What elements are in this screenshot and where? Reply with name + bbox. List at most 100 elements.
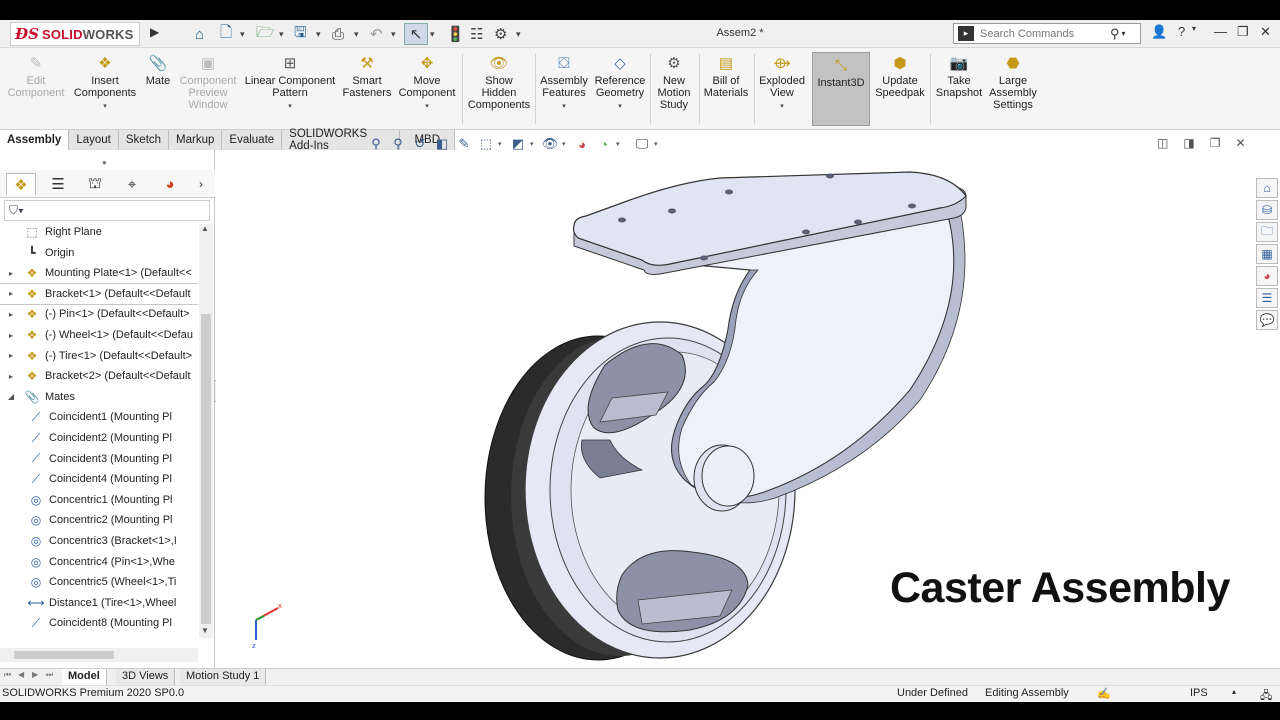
apply-scene-dropdown-icon[interactable]: ▾ — [616, 140, 624, 148]
tab-motion-study[interactable]: Motion Study 1 — [180, 669, 267, 685]
help-icon[interactable]: ? — [1178, 24, 1185, 39]
file-explorer-icon[interactable]: 🗀 — [1256, 222, 1278, 242]
rebuild-status-icon[interactable]: ✍ — [1097, 687, 1111, 700]
zoom-to-area-icon[interactable]: ⚲ — [388, 136, 408, 152]
tree-item[interactable]: ▸ ❖ Bracket<1> (Default<<Default — [0, 282, 198, 305]
view-settings-icon[interactable]: 🖵 — [632, 136, 652, 152]
tree-mate-item[interactable]: ◎ Concentric4 (Pin<1>,Whe — [0, 552, 198, 572]
file-properties-icon[interactable]: ☷ — [470, 23, 483, 45]
new-dropdown-icon[interactable]: ▾ — [240, 23, 245, 45]
tree-mate-item[interactable]: ⟷ Distance1 (Tire<1>,Wheel — [0, 593, 198, 613]
expand-arrow-icon[interactable]: ▸ — [6, 351, 16, 360]
exploded-view-button[interactable]: ⟴ Exploded View ▾ — [756, 54, 808, 113]
open-icon[interactable]: 🗁 — [256, 23, 275, 45]
print-icon[interactable]: ⎙ — [332, 23, 344, 45]
show-hidden-button[interactable]: 👁 Show Hidden Components — [466, 54, 532, 111]
tree-mate-item[interactable]: ⟋ Coincident3 (Mounting Pl — [0, 449, 198, 469]
instant3d-button[interactable]: ⤡ Instant3D — [813, 56, 869, 89]
tree-mate-item[interactable]: ◎ Concentric2 (Mounting Pl — [0, 510, 198, 530]
hscroll-thumb[interactable] — [14, 651, 114, 659]
display-style-icon[interactable]: ◩ — [508, 136, 528, 152]
scroll-up-icon[interactable]: ▲ — [201, 224, 209, 233]
edit-appearance-icon[interactable]: ◕ — [572, 137, 592, 152]
tree-item[interactable]: ┗ Origin — [0, 243, 198, 263]
restore-icon[interactable]: ❐ — [1237, 24, 1249, 40]
view-settings-dropdown-icon[interactable]: ▾ — [654, 140, 662, 148]
assembly-features-button[interactable]: ⛋ Assembly Features ▾ — [538, 54, 590, 113]
tree-mate-item[interactable]: ⟋ Coincident2 (Mounting Pl — [0, 428, 198, 448]
tab-assembly[interactable]: Assembly — [0, 130, 70, 150]
update-speedpak-button[interactable]: ⬢ Update Speedpak — [872, 54, 928, 99]
prev-tab-icon[interactable]: ◀ — [18, 670, 24, 679]
tree-item[interactable]: ◢ 📎 Mates — [0, 387, 198, 407]
expand-arrow-icon[interactable]: ▸ — [6, 289, 16, 298]
tree-item[interactable]: ▸ ❖ (-) Pin<1> (Default<<Default> — [0, 304, 198, 324]
tab-markup[interactable]: Markup — [169, 130, 223, 150]
units[interactable]: IPS — [1190, 687, 1208, 699]
appearances-icon[interactable]: ◕ — [1256, 266, 1278, 286]
solidworks-resources-icon[interactable]: ⌂ — [1256, 178, 1278, 198]
undo-dropdown-icon[interactable]: ▾ — [391, 23, 396, 45]
expand-arrow-icon[interactable]: ▸ — [6, 331, 16, 340]
close-icon[interactable]: ✕ — [1260, 24, 1271, 40]
user-icon[interactable]: 👤 — [1151, 24, 1167, 40]
tree-mate-item[interactable]: ◎ Concentric1 (Mounting Pl — [0, 490, 198, 510]
dropdown-arrow-icon[interactable]: ▾ — [425, 101, 429, 113]
large-assembly-settings-button[interactable]: ⬣ Large Assembly Settings — [986, 54, 1040, 111]
more-tabs-icon[interactable]: › — [186, 173, 216, 195]
options-dropdown-icon[interactable]: ▾ — [516, 23, 521, 45]
view-orientation-icon[interactable]: ⬚ — [476, 136, 496, 152]
forum-icon[interactable]: 💬 — [1256, 310, 1278, 330]
display-style-dropdown-icon[interactable]: ▾ — [530, 140, 538, 148]
scroll-thumb[interactable] — [201, 314, 211, 624]
new-motion-study-button[interactable]: ⚙ New Motion Study — [652, 54, 696, 111]
units-dropdown-icon[interactable]: ▴ — [1232, 687, 1236, 696]
tree-item[interactable]: ▸ ❖ (-) Wheel<1> (Default<<Defau — [0, 325, 198, 345]
dropdown-arrow-icon[interactable]: ▾ — [288, 101, 292, 113]
tree-mate-item[interactable]: ◎ Concentric5 (Wheel<1>,Ti — [0, 572, 198, 592]
dimxpert-tab-icon[interactable]: ⌖ — [117, 173, 147, 195]
section-view-icon[interactable]: ◧ — [432, 136, 452, 152]
tree-item[interactable]: ▸ ❖ Mounting Plate<1> (Default<< — [0, 263, 198, 283]
tree-mate-item[interactable]: ◎Concentric6 (Mounting Pl — [0, 634, 198, 638]
undo-icon[interactable]: ↶ — [370, 23, 383, 45]
smart-fasteners-button[interactable]: ⚒ Smart Fasteners — [340, 54, 394, 99]
component-preview-button[interactable]: ▣ Component Preview Window — [176, 54, 240, 111]
collapse-right-icon[interactable]: ◨ — [1183, 136, 1194, 150]
viewport-close-icon[interactable]: ✕ — [1235, 136, 1245, 150]
tree-mate-item[interactable]: ⟋ Coincident8 (Mounting Pl — [0, 613, 198, 633]
tree-horizontal-scrollbar[interactable] — [0, 648, 198, 662]
tab-model[interactable]: Model — [62, 669, 107, 685]
dropdown-arrow-icon[interactable]: ▾ — [562, 101, 566, 113]
design-library-icon[interactable]: ⛁ — [1256, 200, 1278, 220]
tree-mate-item[interactable]: ⟋ Coincident4 (Mounting Pl — [0, 469, 198, 489]
hide-show-items-icon[interactable]: 👁 — [540, 136, 560, 152]
dropdown-arrow-icon[interactable]: ▾ — [618, 101, 622, 113]
tree-mate-item[interactable]: ⟋ Coincident1 (Mounting Pl — [0, 407, 198, 427]
save-dropdown-icon[interactable]: ▾ — [316, 23, 321, 45]
apply-scene-icon[interactable]: ◔ — [594, 137, 614, 152]
tree-filter[interactable]: ⛉▾ — [4, 200, 210, 221]
dropdown-arrow-icon[interactable]: ▾ — [780, 101, 784, 113]
first-tab-icon[interactable]: ⏮ — [4, 670, 11, 680]
rebuild-icon[interactable]: 🚦 — [446, 23, 465, 45]
help-dropdown-icon[interactable]: ▾ — [1192, 24, 1196, 33]
tab-sketch[interactable]: Sketch — [118, 130, 170, 150]
tree-item[interactable]: ▸ ❖ (-) Tire<1> (Default<<Default> — [0, 346, 198, 366]
display-manager-tab-icon[interactable]: ◕ — [155, 173, 185, 195]
expand-menu-icon[interactable]: ▶ — [150, 25, 159, 39]
tree-item[interactable]: ⬚ Right Plane — [0, 222, 198, 242]
bill-of-materials-button[interactable]: ▤ Bill of Materials — [700, 54, 752, 99]
minimize-icon[interactable]: — — [1214, 24, 1227, 39]
viewport-restore-icon[interactable]: ❐ — [1210, 136, 1221, 150]
mate-button[interactable]: 📎 Mate — [142, 54, 174, 87]
configuration-manager-tab-icon[interactable]: ⛫ — [80, 173, 110, 195]
dynamic-annotation-icon[interactable]: ✎ — [454, 136, 474, 152]
linear-pattern-button[interactable]: ⊞ Linear Component Pattern ▾ — [243, 54, 337, 113]
search-input[interactable] — [980, 27, 1108, 40]
view-palette-icon[interactable]: ▦ — [1256, 244, 1278, 264]
take-snapshot-button[interactable]: 📷 Take Snapshot — [932, 54, 986, 99]
tree-item[interactable]: ▸ ❖ Bracket<2> (Default<<Default — [0, 366, 198, 386]
expand-arrow-icon[interactable]: ▸ — [6, 372, 16, 381]
hide-show-dropdown-icon[interactable]: ▾ — [562, 140, 570, 148]
